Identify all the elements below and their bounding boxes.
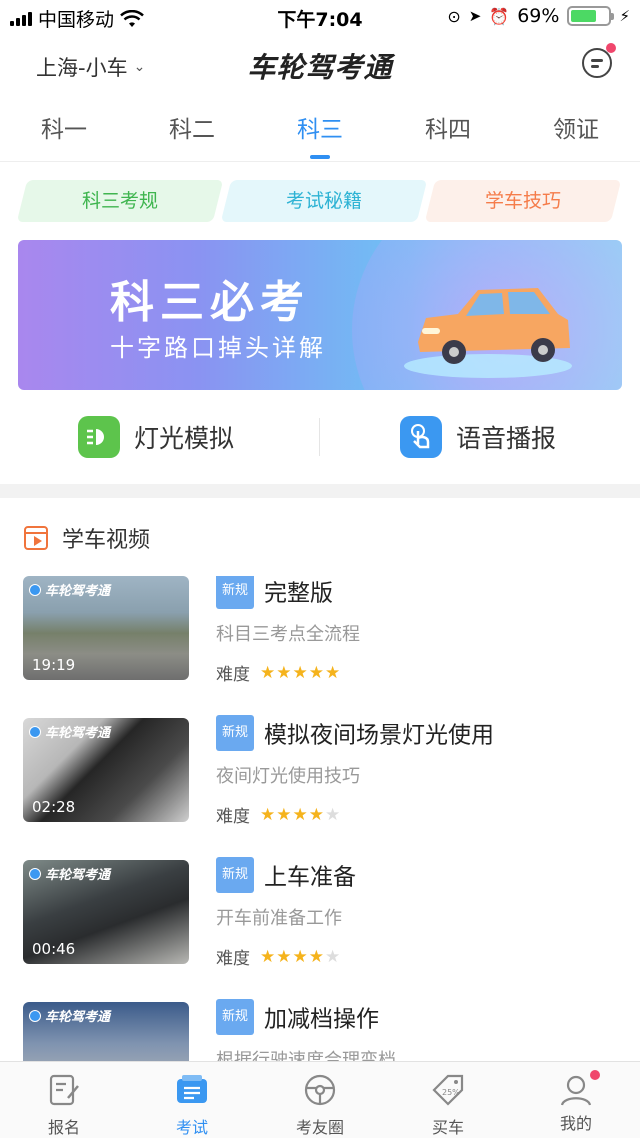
star-empty-icon: ★ bbox=[325, 804, 342, 825]
tab-subject-1[interactable]: 科一 bbox=[0, 100, 128, 161]
video-list: 车轮驾考通 19:19 新规 完整版 科目三考点全流程 难度 ★★★★★ 车轮驾考通… bbox=[0, 576, 640, 1061]
star-filled-icon: ★ bbox=[260, 946, 277, 967]
star-filled-icon: ★ bbox=[308, 662, 325, 683]
notification-dot bbox=[590, 1070, 600, 1080]
watermark-logo: 车轮驾考通 bbox=[29, 722, 110, 741]
battery-percent: 69% bbox=[517, 5, 560, 27]
video-title: 完整版 bbox=[264, 580, 334, 607]
video-subtitle: 开车前准备工作 bbox=[216, 908, 342, 929]
star-filled-icon: ★ bbox=[276, 662, 293, 683]
video-duration: 00:46 bbox=[32, 940, 76, 958]
category-exam-rules[interactable]: 科三考规 bbox=[16, 180, 224, 222]
section-divider bbox=[0, 484, 640, 498]
category-exam-tips[interactable]: 考试秘籍 bbox=[220, 180, 428, 222]
video-title: 模拟夜间场景灯光使用 bbox=[264, 722, 495, 749]
star-filled-icon: ★ bbox=[292, 804, 309, 825]
category-driving-skills[interactable]: 学车技巧 bbox=[424, 180, 622, 222]
light-simulation-button[interactable]: 灯光模拟 bbox=[78, 416, 234, 458]
price-tag-icon: 25% bbox=[432, 1074, 464, 1106]
tab-subject-2[interactable]: 科二 bbox=[128, 100, 256, 161]
video-clapper-icon bbox=[24, 526, 48, 550]
app-header: 上海-小车 ⌄ 车轮驾考通 bbox=[0, 34, 640, 96]
user-icon bbox=[560, 1075, 592, 1106]
banner-title: 科三必考 bbox=[110, 277, 310, 328]
new-rule-badge: 新规 bbox=[216, 576, 255, 609]
star-empty-icon: ★ bbox=[325, 946, 342, 967]
difficulty-label: 难度 bbox=[216, 807, 250, 827]
nav-signup[interactable]: 报名 bbox=[0, 1062, 128, 1138]
video-title: 上车准备 bbox=[264, 864, 357, 891]
location-icon: ➤ bbox=[468, 7, 482, 25]
video-thumbnail[interactable]: 车轮驾考通 19:19 bbox=[23, 576, 189, 680]
app-logo: 车轮驾考通 bbox=[247, 51, 393, 84]
video-thumbnail[interactable]: 车轮驾考通 02:28 bbox=[23, 718, 189, 822]
voice-broadcast-button[interactable]: 语音播报 bbox=[400, 416, 556, 458]
notification-dot bbox=[606, 43, 616, 53]
star-filled-icon: ★ bbox=[276, 946, 293, 967]
star-filled-icon: ★ bbox=[325, 662, 342, 683]
star-filled-icon: ★ bbox=[292, 662, 309, 683]
star-filled-icon: ★ bbox=[260, 804, 277, 825]
star-filled-icon: ★ bbox=[292, 946, 309, 967]
bottom-nav: 报名 考试 考友圈 25% 买车 我的 bbox=[0, 1061, 640, 1138]
watermark-logo: 车轮驾考通 bbox=[29, 1006, 110, 1025]
star-filled-icon: ★ bbox=[308, 946, 325, 967]
section-header: 学车视频 bbox=[24, 522, 150, 554]
lock-rotation-icon: ⊙ bbox=[447, 6, 461, 26]
list-item[interactable]: 车轮驾考通 02:28 新规 模拟夜间场景灯光使用 夜间灯光使用技巧 难度 ★★★★… bbox=[0, 715, 640, 860]
voice-broadcast-label: 语音播报 bbox=[456, 424, 557, 453]
status-bar: 中国移动 下午7:04 ⊙ ➤ ⏰ 69% ⚡ bbox=[0, 0, 640, 34]
tap-hand-icon bbox=[400, 416, 442, 458]
star-filled-icon: ★ bbox=[276, 804, 293, 825]
steering-wheel-icon bbox=[304, 1074, 336, 1106]
quick-actions: 灯光模拟 语音播报 bbox=[0, 408, 640, 468]
promo-banner[interactable]: 科三必考 十字路口掉头详解 bbox=[18, 240, 622, 390]
message-icon[interactable] bbox=[582, 43, 616, 78]
video-duration: 19:19 bbox=[32, 656, 76, 674]
difficulty-label: 难度 bbox=[216, 665, 250, 685]
nav-buy-car[interactable]: 25% 买车 bbox=[384, 1062, 512, 1138]
headlight-icon bbox=[78, 416, 120, 458]
new-rule-badge: 新规 bbox=[216, 715, 255, 751]
difficulty-label: 难度 bbox=[216, 949, 250, 969]
nav-profile[interactable]: 我的 bbox=[512, 1062, 640, 1138]
list-item[interactable]: 车轮驾考通 新规 加减档操作 根据行驶速度合理变档 bbox=[0, 999, 640, 1061]
exam-card-icon bbox=[177, 1075, 207, 1103]
section-title: 学车视频 bbox=[62, 528, 151, 553]
category-pills: 科三考规 考试秘籍 学车技巧 bbox=[16, 180, 622, 222]
video-subtitle: 夜间灯光使用技巧 bbox=[216, 766, 360, 787]
list-item[interactable]: 车轮驾考通 19:19 新规 完整版 科目三考点全流程 难度 ★★★★★ bbox=[0, 576, 640, 718]
banner-subtitle: 十字路口掉头详解 bbox=[110, 334, 326, 362]
battery-icon bbox=[567, 6, 615, 26]
difficulty-stars: ★★★★★ bbox=[260, 947, 341, 967]
difficulty-stars: ★★★★★ bbox=[260, 663, 341, 683]
nav-exam[interactable]: 考试 bbox=[128, 1062, 256, 1138]
tab-license[interactable]: 领证 bbox=[512, 100, 640, 161]
difficulty-stars: ★★★★★ bbox=[260, 805, 341, 825]
new-rule-badge: 新规 bbox=[216, 999, 255, 1035]
new-rule-badge: 新规 bbox=[216, 857, 255, 893]
watermark-logo: 车轮驾考通 bbox=[29, 864, 110, 883]
video-duration: 02:28 bbox=[32, 798, 76, 816]
video-title: 加减档操作 bbox=[264, 1006, 380, 1033]
light-simulation-label: 灯光模拟 bbox=[134, 424, 235, 453]
video-subtitle: 根据行驶速度合理变档 bbox=[216, 1050, 396, 1061]
star-filled-icon: ★ bbox=[308, 804, 325, 825]
video-thumbnail[interactable]: 车轮驾考通 bbox=[23, 1002, 189, 1061]
subject-tabs: 科一 科二 科三 科四 领证 bbox=[0, 100, 640, 162]
alarm-icon: ⏰ bbox=[489, 6, 510, 26]
svg-text:25%: 25% bbox=[442, 1088, 460, 1097]
nav-community[interactable]: 考友圈 bbox=[256, 1062, 384, 1138]
tab-subject-4[interactable]: 科四 bbox=[384, 100, 512, 161]
star-filled-icon: ★ bbox=[260, 662, 277, 683]
list-item[interactable]: 车轮驾考通 00:46 新规 上车准备 开车前准备工作 难度 ★★★★★ bbox=[0, 857, 640, 1002]
charging-icon: ⚡ bbox=[619, 7, 630, 25]
car-illustration bbox=[404, 288, 572, 378]
tab-subject-3[interactable]: 科三 bbox=[256, 100, 384, 161]
signup-form-icon bbox=[49, 1074, 79, 1106]
watermark-logo: 车轮驾考通 bbox=[29, 580, 110, 599]
video-thumbnail[interactable]: 车轮驾考通 00:46 bbox=[23, 860, 189, 964]
video-subtitle: 科目三考点全流程 bbox=[216, 624, 360, 645]
